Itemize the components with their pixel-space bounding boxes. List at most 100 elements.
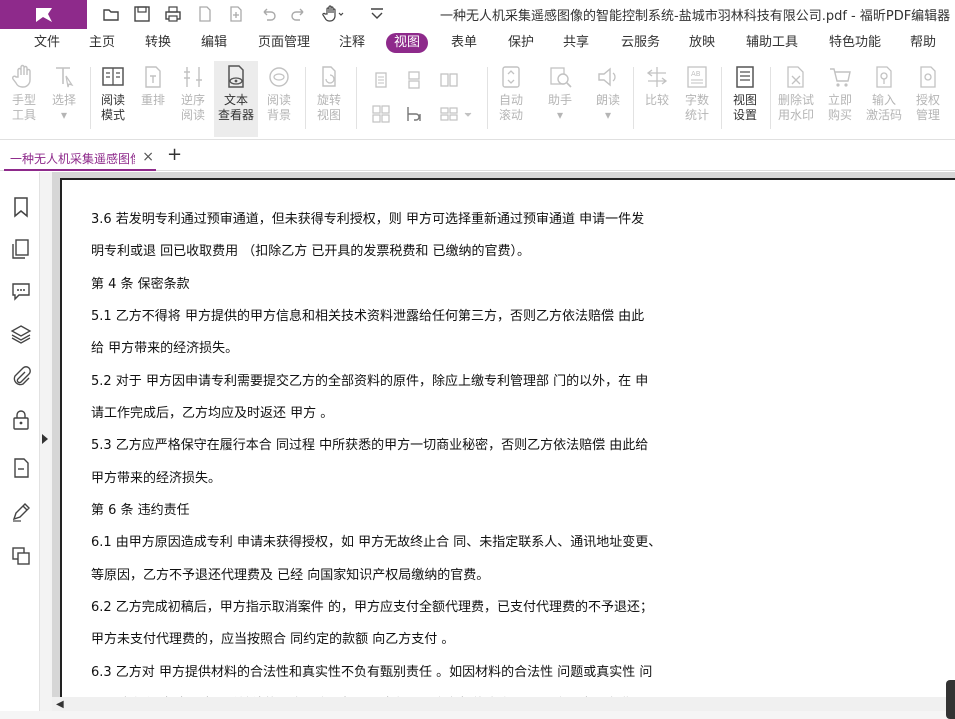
reading-mode-button[interactable]: 阅读 模式 xyxy=(93,61,133,137)
page-layout-dropdown-icon[interactable] xyxy=(440,105,474,123)
word-count-button[interactable]: AB 字数 统计 xyxy=(677,61,717,137)
document-viewport[interactable]: 3.6 若发明专利通过预审通道，但未获得专利授权，则 甲方可选择重新通过预审通道… xyxy=(52,172,955,719)
text-line: 甲方带来的经济损失。 xyxy=(91,471,222,486)
key-doc-icon xyxy=(869,61,899,93)
signature-pen-icon[interactable] xyxy=(10,501,32,523)
menu-comment[interactable]: 注释 xyxy=(331,33,373,53)
menu-protect[interactable]: 保护 xyxy=(500,33,542,53)
menu-home[interactable]: 主页 xyxy=(81,33,123,53)
text-line: 等原因，乙方不予退还代理费及 已经 向国家知识产权局缴纳的官费。 xyxy=(91,568,490,583)
split-view-icon[interactable] xyxy=(405,105,423,123)
page-content-icon[interactable] xyxy=(10,457,32,479)
customize-icon[interactable] xyxy=(366,3,388,25)
app-logo[interactable] xyxy=(0,0,87,29)
horizontal-scrollbar[interactable]: ◀ xyxy=(52,697,955,711)
add-tab-icon[interactable]: + xyxy=(167,146,182,164)
book-icon xyxy=(98,61,128,93)
text-line: 5.2 对于 甲方因申请专利需要提交乙方的全部资料的原件，除应上缴专利管理部 门… xyxy=(91,374,649,389)
status-bar xyxy=(0,711,955,719)
layers-icon[interactable] xyxy=(10,323,32,345)
auto-scroll-button[interactable]: 自动 滚动 xyxy=(491,61,531,137)
menu-view[interactable]: 视图 xyxy=(386,33,429,53)
menu-slideshow[interactable]: 放映 xyxy=(681,33,723,53)
reading-mode-label: 阅读 模式 xyxy=(100,93,125,122)
menu-share[interactable]: 共享 xyxy=(555,33,597,53)
text-viewer-button[interactable]: 文本 查看器 xyxy=(214,61,258,137)
enter-code-label: 输入 激活码 xyxy=(865,93,902,122)
new-doc-icon[interactable] xyxy=(194,3,216,25)
security-lock-icon[interactable] xyxy=(10,409,32,431)
compare-pages-icon[interactable] xyxy=(10,545,32,567)
dropdown-arrow-icon: ▾ xyxy=(60,108,68,122)
hand-tool-icon[interactable] xyxy=(320,3,346,25)
menu-features[interactable]: 特色功能 xyxy=(821,33,889,53)
ribbon-separator xyxy=(770,67,771,129)
reflow-button[interactable]: 重排 xyxy=(133,61,173,137)
menu-form[interactable]: 表单 xyxy=(443,33,485,53)
print-icon[interactable] xyxy=(162,3,184,25)
read-background-button[interactable]: 阅读 背景 xyxy=(259,61,299,137)
menu-convert[interactable]: 转换 xyxy=(137,33,179,53)
text-viewer-icon xyxy=(221,61,251,93)
ribbon-separator xyxy=(633,67,634,129)
select-button[interactable]: 选择 ▾ xyxy=(44,61,84,137)
open-icon[interactable] xyxy=(100,3,122,25)
continuous-page-icon[interactable] xyxy=(405,71,423,89)
page-thumbnails-icon[interactable] xyxy=(10,238,32,260)
menu-file[interactable]: 文件 xyxy=(26,33,68,53)
hand-tool-button[interactable]: 手型 工具 xyxy=(4,61,44,137)
floating-panel-handle[interactable] xyxy=(946,680,955,719)
ribbon-separator xyxy=(721,67,722,129)
single-page-icon[interactable] xyxy=(372,71,390,89)
foxit-logo-icon xyxy=(35,7,52,22)
menu-edit[interactable]: 编辑 xyxy=(193,33,235,53)
sidebar-collapse-handle[interactable] xyxy=(40,172,52,719)
license-management-button[interactable]: 授权 管理 xyxy=(907,61,949,137)
section-heading: 第 6 条 违约责任 xyxy=(91,503,190,518)
rotate-icon xyxy=(314,61,344,93)
menu-cloud[interactable]: 云服务 xyxy=(613,33,668,53)
save-icon[interactable] xyxy=(131,3,153,25)
word-count-icon: AB xyxy=(682,61,712,93)
rotate-view-button[interactable]: 旋转 视图 xyxy=(309,61,349,137)
continuous-facing-icon[interactable] xyxy=(372,105,390,123)
select-text-icon xyxy=(49,61,79,93)
compare-label: 比较 xyxy=(644,93,669,107)
compare-icon xyxy=(642,61,672,93)
facing-page-icon[interactable] xyxy=(440,71,458,89)
comments-icon[interactable] xyxy=(10,280,32,302)
reverse-read-button[interactable]: 逆序 阅读 xyxy=(173,61,213,137)
redo-icon[interactable] xyxy=(288,3,310,25)
license-icon xyxy=(913,61,943,93)
assistant-button[interactable]: 助手 ▾ xyxy=(540,61,580,137)
menu-help[interactable]: 帮助 xyxy=(902,33,944,53)
remove-watermark-label: 删除试 用水印 xyxy=(777,93,814,122)
undo-icon[interactable] xyxy=(257,3,279,25)
enter-activation-code-button[interactable]: 输入 激活码 xyxy=(862,61,906,137)
hand-tool-label: 手型 工具 xyxy=(11,93,36,122)
text-line: 明专利或退 回已收取费用 （扣除乙方 已开具的发票税费和 已缴纳的官费）。 xyxy=(91,244,531,259)
pdf-page[interactable]: 3.6 若发明专利通过预审通道，但未获得专利授权，则 甲方可选择重新通过预审通道… xyxy=(60,178,955,708)
close-tab-icon[interactable]: × xyxy=(142,149,154,165)
menu-page-management[interactable]: 页面管理 xyxy=(250,33,318,53)
text-line: 6.1 由甲方原因造成专利 申请未获得授权，如 甲方无故终止合 同、未指定联系人… xyxy=(91,535,662,550)
buy-now-button[interactable]: 立即 购买 xyxy=(820,61,860,137)
view-settings-button[interactable]: 视图 设置 xyxy=(725,61,765,137)
import-icon[interactable] xyxy=(225,3,247,25)
bookmark-icon[interactable] xyxy=(10,196,32,218)
read-aloud-label: 朗读 xyxy=(595,93,620,107)
remove-watermark-button[interactable]: 删除试 用水印 xyxy=(776,61,816,137)
text-line: 5.3 乙方应严格保守在履行本合 同过程 中所获悉的甲方一切商业秘密，否则乙方依… xyxy=(91,438,649,453)
read-aloud-button[interactable]: 朗读 ▾ xyxy=(588,61,628,137)
text-viewer-label: 文本 查看器 xyxy=(217,93,254,122)
menu-accessibility[interactable]: 辅助工具 xyxy=(738,33,806,53)
attachment-icon[interactable] xyxy=(10,366,32,388)
dropdown-arrow-icon: ▾ xyxy=(604,108,612,122)
hand-icon xyxy=(9,61,39,93)
compare-button[interactable]: 比较 xyxy=(637,61,677,137)
document-tab[interactable]: 一种无人机采集遥感图像的智能控制系统-盐城市羽林科技有限公司.pdf × xyxy=(4,145,156,171)
reverse-read-icon xyxy=(178,61,208,93)
view-settings-icon xyxy=(730,61,760,93)
scroll-left-icon[interactable]: ◀ xyxy=(56,699,64,710)
menu-bar: 文件 主页 转换 编辑 页面管理 注释 视图 表单 保护 共享 云服务 放映 辅… xyxy=(0,29,955,57)
